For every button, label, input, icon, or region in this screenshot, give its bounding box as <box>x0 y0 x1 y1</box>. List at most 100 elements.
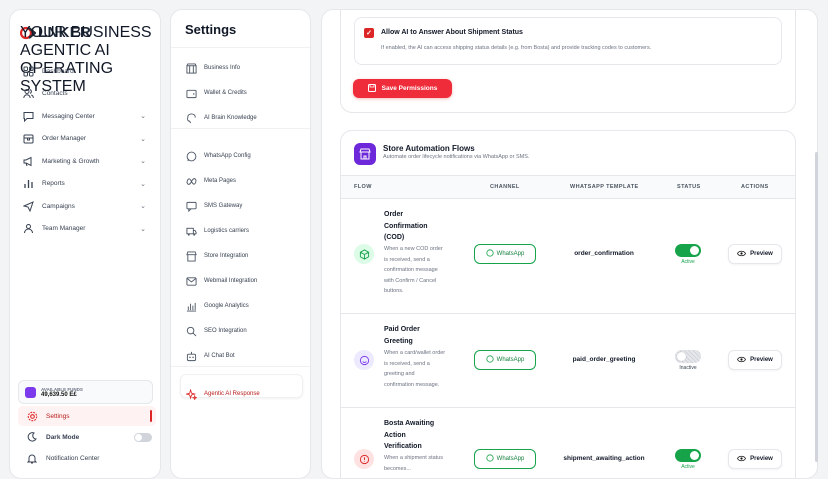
settings-item-business-info[interactable]: Business Info <box>185 61 240 75</box>
preview-label: Preview <box>750 456 773 462</box>
status-label: Active <box>681 464 695 470</box>
chevron-down-icon: ⌄ <box>140 203 146 211</box>
main-sidebar: LNKER YOUR BUSINESS AGENTIC AI OPERATING… <box>9 9 161 479</box>
sidebar-item-order-manager[interactable]: Order Manager ⌄ <box>10 128 160 151</box>
settings-item-label: Store Integration <box>204 253 249 259</box>
status-toggle[interactable] <box>675 244 701 257</box>
checkbox-checked-icon[interactable]: ✓ <box>364 28 374 38</box>
moon-icon <box>26 431 38 443</box>
bar-chart-icon <box>22 178 34 190</box>
settings-item-webmail-integration[interactable]: Webmail Integration <box>185 274 257 288</box>
sidebar-item-dashboard[interactable]: Dashboard <box>10 60 160 83</box>
dark-mode-toggle[interactable] <box>134 432 152 442</box>
settings-item-label: SEO Integration <box>204 328 247 334</box>
settings-item-google-analytics[interactable]: Google Analytics <box>185 299 249 313</box>
main-content: ✓ Allow AI to Answer About Shipment Stat… <box>321 9 818 479</box>
sms-icon <box>185 200 197 212</box>
table-row: Order Confirmation (COD) When a new COD o… <box>341 199 795 314</box>
sidebar-item-label: Contacts <box>42 90 68 98</box>
settings-item-label: AI Brain Knowledge <box>204 115 257 121</box>
sidebar-item-label: Marketing & Growth <box>42 157 100 165</box>
send-icon <box>22 200 34 212</box>
preview-label: Preview <box>750 357 773 363</box>
sidebar-item-team-manager[interactable]: Team Manager ⌄ <box>10 218 160 241</box>
automation-subtitle: Automate order lifecycle notifications v… <box>383 154 530 160</box>
box-icon <box>22 133 34 145</box>
whatsapp-icon <box>185 150 197 162</box>
sidebar-item-label: Dashboard <box>42 67 74 75</box>
option-description: If enabled, the AI can access shipping s… <box>381 45 652 51</box>
bell-icon <box>26 452 38 464</box>
megaphone-icon <box>22 155 34 167</box>
settings-item-meta-pages[interactable]: Meta Pages <box>185 174 236 188</box>
whatsapp-channel-button[interactable]: WhatsApp <box>474 350 536 370</box>
settings-item-logistics-carriers[interactable]: Logistics carriers <box>185 224 249 238</box>
shop-icon <box>185 250 197 262</box>
preview-button[interactable]: Preview <box>728 449 782 469</box>
status-toggle[interactable] <box>675 350 701 363</box>
flow-title: Bosta Awaiting Action Verification <box>384 420 435 450</box>
settings-item-ai-brain-knowledge[interactable]: AI Brain Knowledge <box>185 111 257 125</box>
settings-item-sms-gateway[interactable]: SMS Gateway <box>185 199 242 213</box>
sidebar-item-label: Settings <box>46 412 70 420</box>
preview-label: Preview <box>750 251 773 257</box>
alert-icon <box>354 449 374 469</box>
channel-label: WhatsApp <box>496 251 525 257</box>
whatsapp-icon <box>486 454 494 464</box>
status-toggle[interactable] <box>675 449 701 462</box>
whatsapp-channel-button[interactable]: WhatsApp <box>474 244 536 264</box>
preview-button[interactable]: Preview <box>728 244 782 264</box>
shipment-status-option[interactable]: ✓ Allow AI to Answer About Shipment Stat… <box>354 17 782 65</box>
channel-label: WhatsApp <box>496 456 525 462</box>
sidebar-item-reports[interactable]: Reports ⌄ <box>10 173 160 196</box>
chevron-down-icon: ⌄ <box>140 113 146 121</box>
sidebar-item-label: Order Manager <box>42 135 87 143</box>
settings-item-label: Meta Pages <box>204 178 237 184</box>
settings-item-label: Google Analytics <box>204 303 249 309</box>
analytics-icon <box>185 300 197 312</box>
col-flow: FLOW <box>354 184 372 190</box>
mail-icon <box>185 275 197 287</box>
settings-item-agentic-ai-response[interactable]: Agentic AI Response <box>185 387 260 401</box>
settings-item-label: WhatsApp Config <box>204 153 251 159</box>
sidebar-item-label: Notification Center <box>46 454 100 462</box>
save-label: Save Permissions <box>381 85 438 92</box>
settings-menu: Settings Business Info Wallet & Credits AI… <box>170 9 311 479</box>
truck-icon <box>185 225 197 237</box>
settings-item-wallet-credits[interactable]: Wallet & Credits <box>185 86 247 100</box>
team-icon <box>22 223 34 235</box>
col-channel: CHANNEL <box>490 184 520 190</box>
whatsapp-channel-button[interactable]: WhatsApp <box>474 449 536 469</box>
flow-description: When a card/wallet order is received, se… <box>384 350 446 388</box>
template-name: paid_order_greeting <box>572 356 636 363</box>
preview-button[interactable]: Preview <box>728 350 782 370</box>
main-scrollbar[interactable] <box>815 152 818 462</box>
settings-item-store-integration[interactable]: Store Integration <box>185 249 248 263</box>
settings-item-ai-chat-bot[interactable]: AI Chat Bot <box>185 349 235 363</box>
col-status: STATUS <box>677 184 701 190</box>
settings-item-whatsapp-config[interactable]: WhatsApp Config <box>185 149 251 163</box>
table-row: Bosta Awaiting Action Verification When a… <box>341 408 795 478</box>
settings-item-label: Webmail Integration <box>204 278 258 284</box>
save-permissions-button[interactable]: Save Permissions <box>353 79 452 98</box>
available-funds[interactable]: AVAILABLE FUNDS 49,639.50 E£ <box>18 380 153 404</box>
flow-description: When a new COD order is received, send a… <box>384 246 443 294</box>
sidebar-item-messaging-center[interactable]: Messaging Center ⌄ <box>10 105 160 128</box>
sidebar-item-settings[interactable]: Settings <box>18 406 156 426</box>
whatsapp-icon <box>486 249 494 259</box>
sidebar-item-notifications[interactable]: Notification Center <box>18 448 156 468</box>
smile-icon <box>354 350 374 370</box>
users-icon <box>22 88 34 100</box>
col-actions: ACTIONS <box>741 184 769 190</box>
dark-mode-row: Dark Mode <box>18 427 156 447</box>
message-icon <box>22 110 34 122</box>
sidebar-item-contacts[interactable]: Contacts <box>10 83 160 106</box>
sidebar-item-marketing-growth[interactable]: Marketing & Growth ⌄ <box>10 150 160 173</box>
settings-item-label: Business Info <box>204 65 241 71</box>
settings-item-label: AI Chat Bot <box>204 353 235 359</box>
sidebar-item-campaigns[interactable]: Campaigns ⌄ <box>10 195 160 218</box>
settings-item-seo-integration[interactable]: SEO Integration <box>185 324 247 338</box>
chevron-down-icon: ⌄ <box>140 225 146 233</box>
template-name: order_confirmation <box>574 250 634 257</box>
settings-item-label: Wallet & Credits <box>204 90 247 96</box>
